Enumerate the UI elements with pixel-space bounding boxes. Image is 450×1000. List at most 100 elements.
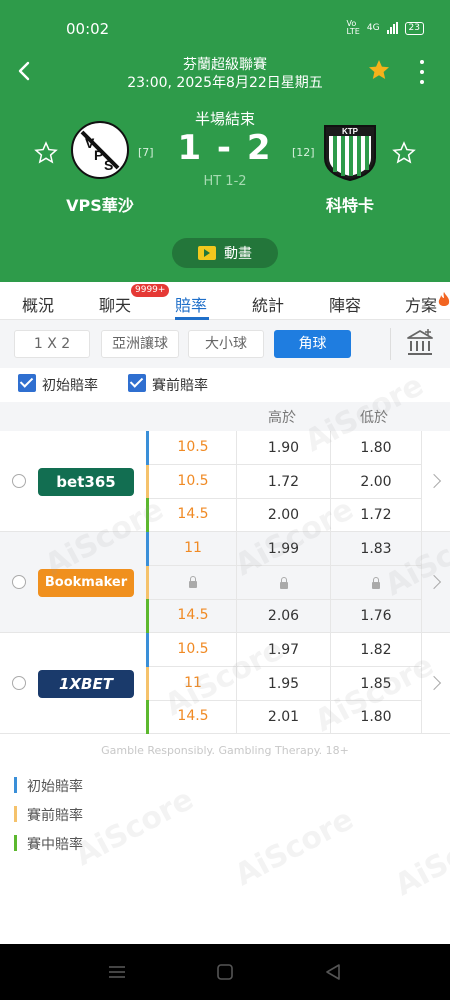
lock-icon (279, 577, 288, 589)
over-odds: 2.01 (236, 700, 330, 734)
animation-button[interactable]: 動畫 (172, 238, 278, 268)
chevron-right-icon[interactable] (426, 675, 442, 691)
system-nav-bar (0, 944, 450, 1000)
odds-row: 10.5 1.97 1.82 (146, 633, 422, 667)
under-odds: 1.80 (330, 431, 422, 465)
tab-overview[interactable]: 概況 (22, 292, 54, 316)
filter-corners[interactable]: 角球 (274, 330, 351, 358)
bookmaker-group-1xbet[interactable]: 1XBET 10.5 1.97 1.82 11 1.95 1.85 14.5 2… (0, 633, 450, 734)
under-odds: 1.83 (330, 532, 422, 566)
filter-1x2[interactable]: 1 X 2 (14, 330, 90, 358)
initial-odds-bar (146, 431, 149, 465)
prematch-odds-bar (146, 667, 149, 701)
radio-1xbet[interactable] (12, 676, 26, 690)
animation-icon (198, 246, 216, 260)
filter-over-under[interactable]: 大小球 (188, 330, 264, 358)
tab-stats[interactable]: 統計 (252, 292, 284, 316)
over-odds: 2.06 (236, 599, 330, 633)
home-team-name[interactable]: VPS華沙 (60, 192, 140, 216)
checkbox-prematch-odds[interactable] (128, 374, 146, 392)
over-odds: 1.97 (236, 633, 330, 667)
under-odds: 1.82 (330, 633, 422, 667)
flame-icon (438, 292, 450, 306)
recents-icon[interactable] (108, 964, 126, 980)
watermark: AiScore (69, 781, 200, 874)
svg-text:S: S (104, 157, 113, 173)
inplay-odds-bar (146, 700, 149, 734)
initial-odds-bar (146, 633, 149, 667)
tab-odds[interactable]: 賠率 (175, 292, 207, 316)
svg-text:P: P (94, 147, 103, 163)
line-value: 11 (184, 540, 202, 556)
odds-table-header: 高於 低於 (0, 402, 450, 431)
line-value: 10.5 (177, 641, 209, 657)
legend-label: 賽前賠率 (27, 808, 83, 824)
svg-text:KTP: KTP (342, 127, 359, 136)
line-value: 14.5 (177, 708, 209, 724)
watermark: AiScore (389, 811, 450, 904)
filter-divider (390, 328, 391, 360)
line-value: 14.5 (177, 506, 209, 522)
lock-icon (189, 576, 197, 588)
home-team-crest[interactable]: V P S (70, 120, 130, 180)
status-time: 00:02 (66, 20, 110, 38)
over-locked (236, 566, 330, 600)
bet365-logo-text: bet365 (56, 473, 116, 491)
tab-chat[interactable]: 聊天 (99, 292, 131, 316)
tab-plans[interactable]: 方案 (405, 292, 437, 316)
over-odds: 1.99 (236, 532, 330, 566)
legend-swatch (14, 835, 17, 851)
halftime-score: HT 1-2 (203, 174, 247, 189)
over-odds: 2.00 (236, 498, 330, 532)
animation-label: 動畫 (224, 246, 252, 262)
match-status: 半場結束 (194, 110, 255, 128)
header-under: 低於 (360, 410, 388, 426)
home-icon[interactable] (216, 964, 234, 980)
signal-icon (386, 22, 398, 34)
chevron-right-icon[interactable] (426, 473, 442, 489)
odds-row: 10.5 1.90 1.80 (146, 431, 422, 465)
checkbox-initial-odds[interactable] (18, 374, 36, 392)
watermark: AiScore (229, 801, 360, 894)
away-team-name[interactable]: 科特卡 (310, 192, 390, 216)
status-icons: Vo LTE 4G 23 (347, 20, 424, 36)
odds-row: 11 1.95 1.85 (146, 667, 422, 701)
checkbox-prematch-odds-label[interactable]: 賽前賠率 (152, 375, 208, 395)
tab-bar: 概況 聊天 賠率 統計 陣容 方案 (0, 282, 450, 320)
away-follow-star-icon[interactable] (392, 141, 416, 165)
tab-lineup[interactable]: 陣容 (329, 292, 361, 316)
bookmaker-group-bookmaker[interactable]: Bookmaker 11 1.99 1.83 14.5 2.06 1.76 (0, 532, 450, 633)
checkbox-initial-odds-label[interactable]: 初始賠率 (42, 375, 98, 395)
over-odds: 1.90 (236, 431, 330, 465)
volte-icon: Vo LTE (346, 19, 360, 36)
favorite-star-icon[interactable] (367, 58, 391, 82)
bookmaker-logo-text: Bookmaker (44, 575, 128, 590)
chevron-right-icon[interactable] (426, 574, 442, 590)
bookmaker-logo: Bookmaker (38, 569, 134, 597)
bank-icon[interactable] (405, 328, 435, 358)
filter-asian-handicap[interactable]: 亞洲讓球 (101, 330, 179, 358)
line-value: 10.5 (177, 473, 209, 489)
responsible-gambling-note[interactable]: Gamble Responsibly. Gambling Therapy. 18… (0, 744, 450, 757)
initial-odds-bar (146, 532, 149, 566)
1xbet-logo: 1XBET (38, 670, 134, 698)
legend-swatch (14, 777, 17, 793)
more-menu-icon[interactable] (418, 60, 426, 84)
bookmaker-group-bet365[interactable]: bet365 10.5 1.90 1.80 10.5 1.72 2.00 14.… (0, 431, 450, 532)
inplay-odds-bar (146, 498, 149, 532)
under-locked (330, 566, 422, 600)
radio-bet365[interactable] (12, 474, 26, 488)
back-nav-icon[interactable] (324, 964, 342, 980)
radio-bookmaker[interactable] (12, 575, 26, 589)
legend-label: 賽中賠率 (27, 837, 83, 853)
away-team-crest[interactable]: KTP (322, 120, 378, 182)
legend-label: 初始賠率 (27, 779, 83, 795)
line-locked (150, 574, 236, 590)
under-odds: 2.00 (330, 465, 422, 499)
home-follow-star-icon[interactable] (34, 141, 58, 165)
over-odds: 1.72 (236, 465, 330, 499)
under-odds: 1.76 (330, 599, 422, 633)
odds-row: 14.5 2.06 1.76 (146, 599, 422, 633)
1xbet-logo-text: 1XBET (59, 675, 113, 693)
line-value: 11 (184, 675, 202, 691)
